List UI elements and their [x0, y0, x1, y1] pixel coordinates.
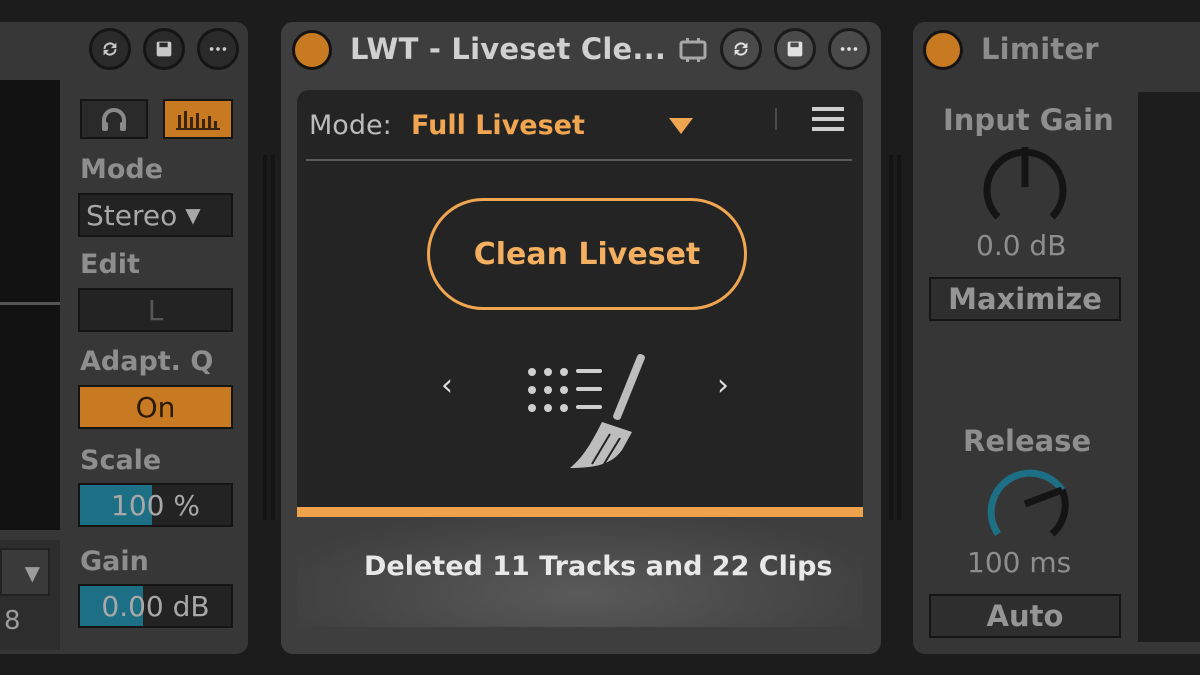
dropdown-arrow-icon: ▼: [24, 561, 40, 585]
save-icon: [787, 41, 803, 57]
scale-label: Scale: [80, 445, 162, 476]
graph-line: [0, 302, 60, 305]
headphones-button[interactable]: [80, 99, 148, 139]
mode-divider: [306, 159, 852, 161]
gain-slider[interactable]: 0.00 dB: [78, 584, 233, 628]
edit-field[interactable]: L: [78, 288, 233, 332]
menu-icon[interactable]: [812, 105, 844, 137]
progress-fill: [297, 507, 863, 517]
nav-next-arrow[interactable]: ›: [717, 368, 729, 403]
mode-value-center[interactable]: Full Liveset: [411, 110, 585, 141]
refresh-icon: [103, 42, 117, 56]
power-icon[interactable]: [923, 30, 963, 70]
save-icon: [156, 41, 172, 57]
input-gain-value: 0.0 dB: [976, 229, 1067, 262]
meter-right-b: [897, 155, 901, 520]
input-gain-knob-icon[interactable]: [978, 143, 1072, 237]
center-save-button[interactable]: [774, 28, 816, 70]
more-icon: [840, 47, 858, 51]
power-icon[interactable]: [292, 30, 332, 70]
mode-value: Stereo: [86, 198, 178, 232]
release-value: 100 ms: [967, 546, 1072, 579]
clean-liveset-button[interactable]: Clean Liveset: [427, 198, 747, 310]
left-save-button[interactable]: [143, 28, 185, 70]
auto-button[interactable]: Auto: [929, 594, 1121, 638]
scale-slider[interactable]: 100 %: [78, 483, 233, 527]
spectrum-button[interactable]: [163, 99, 233, 139]
meter-left-a: [263, 155, 267, 520]
center-refresh-button[interactable]: [720, 28, 762, 70]
left-refresh-button[interactable]: [89, 28, 131, 70]
input-gain-label: Input Gain: [943, 103, 1114, 137]
dropdown-triangle-icon[interactable]: [668, 116, 694, 140]
dropdown-arrow-icon: ▼: [185, 203, 201, 227]
adapt-q-toggle[interactable]: On: [78, 385, 233, 429]
eq-graph-display[interactable]: [0, 80, 60, 530]
status-message: Deleted 11 Tracks and 22 Clips: [364, 551, 833, 582]
left-lower-control: ▼ 8: [0, 540, 60, 650]
left-dropdown[interactable]: ▼: [0, 548, 50, 596]
limiter-meter-area: [1138, 92, 1200, 642]
midi-map-icon[interactable]: [678, 35, 708, 69]
edit-label: Edit: [80, 249, 140, 280]
broom-clean-icon: [524, 350, 654, 484]
toolbar-separator: [775, 108, 777, 130]
gain-value: 0.00 dB: [101, 589, 210, 623]
device-title: LWT - Liveset Cle...: [350, 32, 667, 66]
mode-label: Mode: [80, 154, 164, 185]
mode-label-center: Mode:: [309, 110, 392, 141]
nav-prev-arrow[interactable]: ‹: [441, 368, 453, 403]
progress-bar: [297, 507, 863, 517]
mode-dropdown[interactable]: Stereo ▼: [78, 193, 233, 237]
left-more-button[interactable]: [197, 28, 239, 70]
limiter-title: Limiter: [981, 32, 1099, 66]
refresh-icon: [734, 42, 748, 56]
gain-label: Gain: [80, 546, 149, 577]
meter-left-b: [271, 155, 275, 520]
maximize-button[interactable]: Maximize: [929, 277, 1121, 321]
release-knob-icon[interactable]: [978, 460, 1072, 554]
headphones-icon: [102, 108, 126, 131]
left-number-value: 8: [4, 606, 21, 636]
center-more-button[interactable]: [828, 28, 870, 70]
meter-right-a: [889, 155, 893, 520]
more-icon: [209, 47, 227, 51]
scale-value: 100 %: [111, 488, 200, 522]
spectrum-icon: [176, 111, 220, 130]
adapt-q-label: Adapt. Q: [80, 346, 214, 377]
release-label: Release: [963, 424, 1092, 458]
